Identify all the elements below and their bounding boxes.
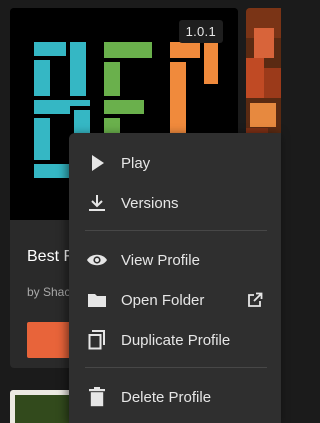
- menu-item-label: Versions: [121, 194, 179, 212]
- menu-item-label: Play: [121, 154, 151, 172]
- menu-item-label: Delete Profile: [121, 388, 212, 406]
- trash-icon: [86, 386, 108, 408]
- external-link-icon: [245, 290, 265, 310]
- copy-icon: [86, 329, 108, 351]
- version-badge: 1.0.1: [178, 20, 223, 43]
- menu-item-label: Duplicate Profile: [121, 331, 231, 349]
- menu-item-label: Open Folder: [121, 291, 205, 309]
- menu-item-versions[interactable]: Versions: [69, 183, 281, 223]
- menu-divider: [85, 367, 267, 368]
- menu-item-duplicate-profile[interactable]: Duplicate Profile: [69, 320, 281, 360]
- play-icon: [86, 152, 108, 174]
- profile-title: Best F: [27, 248, 74, 265]
- menu-item-play[interactable]: Play: [69, 143, 281, 183]
- menu-item-delete-profile[interactable]: Delete Profile: [69, 377, 281, 417]
- menu-item-open-folder[interactable]: Open Folder: [69, 280, 281, 320]
- menu-item-view-profile[interactable]: View Profile: [69, 240, 281, 280]
- profile-card-3[interactable]: [10, 390, 72, 423]
- menu-item-label: View Profile: [121, 251, 200, 269]
- eye-icon: [86, 249, 108, 271]
- profile-author: by Shac: [27, 285, 71, 299]
- menu-divider: [85, 230, 267, 231]
- download-icon: [86, 192, 108, 214]
- profile-context-menu: Play Versions View Profile Open Folder D…: [69, 133, 281, 423]
- folder-icon: [86, 289, 108, 311]
- profile-artwork-3: [15, 395, 72, 423]
